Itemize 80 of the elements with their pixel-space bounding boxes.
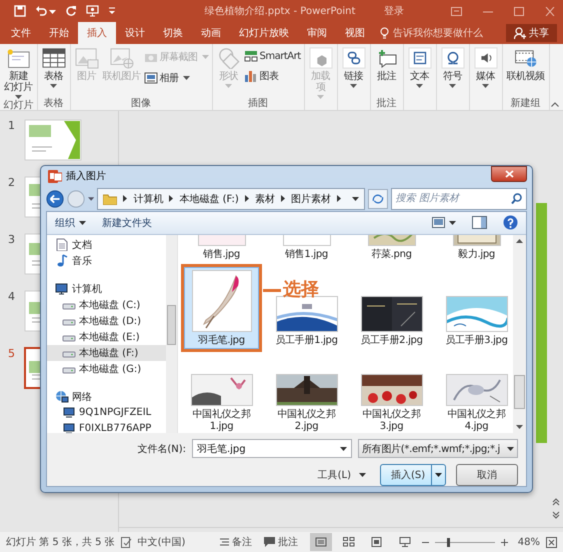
ribbon-tab[interactable]: 开始 — [40, 22, 78, 44]
cancel-button[interactable]: 取消 — [456, 464, 518, 486]
nav-item[interactable]: 文档 — [47, 236, 166, 253]
toolbar-button[interactable]: 组织 — [55, 216, 86, 230]
file-item[interactable]: 中国礼仪之邦4.jpg — [439, 370, 513, 433]
filename-input[interactable]: 羽毛笔.jpg — [196, 443, 340, 454]
nav-item[interactable]: 网络 — [47, 388, 166, 405]
breadcrumb-item[interactable]: 素材 — [254, 192, 275, 206]
slide-number: 4 — [8, 290, 16, 303]
file-item[interactable]: 中国礼仪之邦2.jpg — [269, 370, 344, 433]
ribbon-button[interactable]: 图表 — [242, 67, 302, 85]
notes-button[interactable]: 备注 — [220, 535, 252, 549]
ribbon-button[interactable]: 新建 幻灯片 — [2, 46, 34, 100]
language-label[interactable]: 中文(中国) — [138, 535, 186, 549]
dialog-title: 插入图片 — [66, 170, 107, 183]
file-item[interactable]: 中国礼仪之邦3.jpg — [354, 370, 429, 433]
file-item[interactable]: 荇菜.png — [354, 234, 429, 263]
file-item[interactable]: 中国礼仪之邦1.jpg — [184, 370, 259, 433]
nav-item[interactable]: 计算机 — [47, 280, 166, 297]
tell-me-field[interactable]: 告诉我你想要做什么 — [380, 22, 483, 44]
search-field[interactable]: 搜索 图片素材 — [390, 188, 528, 210]
tools-button[interactable]: 工具(L) — [318, 468, 366, 482]
slide-number: 2 — [8, 176, 16, 189]
nav-item[interactable]: 本地磁盘 (E:) — [47, 328, 166, 345]
nav-item[interactable]: 9Q1NPGJFZEIL — [47, 404, 166, 421]
nav-item[interactable]: 本地磁盘 (C:) — [47, 296, 166, 313]
breadcrumb-item[interactable]: 本地磁盘 (F:) — [179, 192, 239, 206]
ribbon-button[interactable]: 相册 — [142, 69, 210, 87]
file-item[interactable]: 销售1.jpg — [269, 234, 344, 263]
group-label: 幻灯片 — [3, 100, 34, 112]
ribbon-tab[interactable]: 视图 — [336, 22, 374, 44]
nav-item[interactable]: 本地磁盘 (D:) — [47, 312, 166, 329]
slide-number: 3 — [8, 233, 16, 246]
breadcrumb-item[interactable]: 图片素材 — [290, 192, 331, 206]
group-label: 批注 — [376, 98, 397, 110]
nav-item[interactable]: 音乐 — [47, 252, 166, 269]
file-item[interactable]: 毅力.jpg — [439, 234, 513, 263]
breadcrumb-item[interactable]: 计算机 — [133, 192, 164, 206]
address-bar[interactable]: 计算机 本地磁盘 (F:) 素材 图片素材 — [97, 188, 365, 210]
ribbon-button[interactable]: 文本 — [406, 46, 434, 89]
nav-item[interactable]: F0IXLB776APP — [47, 420, 166, 433]
ribbon-button[interactable]: 联机视频 — [504, 46, 547, 83]
zoom-level[interactable]: 48% — [518, 536, 540, 548]
ribbon-button[interactable]: 表格 — [40, 46, 68, 89]
ribbon-tab[interactable]: 幻灯片放映 — [230, 22, 298, 44]
ribbon-tab[interactable]: 切换 — [154, 22, 192, 44]
share-button[interactable]: 共享 — [506, 24, 557, 42]
ribbon-button[interactable]: 链接 — [340, 46, 368, 89]
group-label: 表格 — [44, 98, 64, 110]
file-item[interactable]: 销售.jpg — [184, 234, 259, 263]
ribbon-tab[interactable]: 文件 — [2, 22, 40, 44]
group-label: 插图 — [248, 98, 268, 110]
search-input[interactable]: 搜索 图片素材 — [396, 193, 512, 204]
callout-text: 选择 — [283, 278, 319, 301]
ribbon-button[interactable]: SmartArt — [242, 48, 302, 64]
group-label: 新建组 — [510, 98, 541, 110]
file-item[interactable]: 员工手册3.jpg — [439, 292, 513, 349]
ribbon-button[interactable]: 批注 — [372, 46, 401, 83]
nav-item[interactable]: 本地磁盘 (G:) — [47, 360, 166, 377]
ribbon-tab[interactable]: 审阅 — [298, 22, 336, 44]
file-item[interactable]: 员工手册2.jpg — [354, 292, 429, 349]
filename-label: 文件名(N): — [137, 442, 186, 456]
insert-button[interactable]: 插入(S) — [380, 464, 446, 486]
ribbon-tab[interactable]: 插入 — [78, 22, 116, 44]
file-item[interactable]: 羽毛笔.jpg — [184, 266, 259, 349]
filename-field[interactable]: 羽毛笔.jpg — [192, 439, 352, 458]
ribbon-button[interactable]: 符号 — [438, 46, 467, 89]
sign-in-link[interactable]: 登录 — [384, 4, 404, 18]
toolbar-button[interactable]: 新建文件夹 — [102, 216, 152, 230]
group-label: 图像 — [131, 98, 151, 110]
file-type-dropdown[interactable]: 所有图片(*.emf;*.wmf;*.jpg;*.j — [358, 439, 518, 458]
slide-number: 1 — [8, 119, 16, 132]
ribbon-tab[interactable]: 设计 — [116, 22, 154, 44]
window-title: 绿色植物介绍.pptx - PowerPoint — [204, 4, 356, 18]
ribbon-button[interactable]: 媒体 — [472, 46, 500, 89]
comments-button[interactable]: 批注 — [264, 535, 298, 549]
ribbon-tab[interactable]: 动画 — [192, 22, 230, 44]
slide-counter: 幻灯片 第 5 张，共 5 张 — [6, 536, 115, 549]
nav-item[interactable]: 本地磁盘 (F:) — [47, 344, 166, 361]
slide-number: 5 — [8, 347, 16, 360]
